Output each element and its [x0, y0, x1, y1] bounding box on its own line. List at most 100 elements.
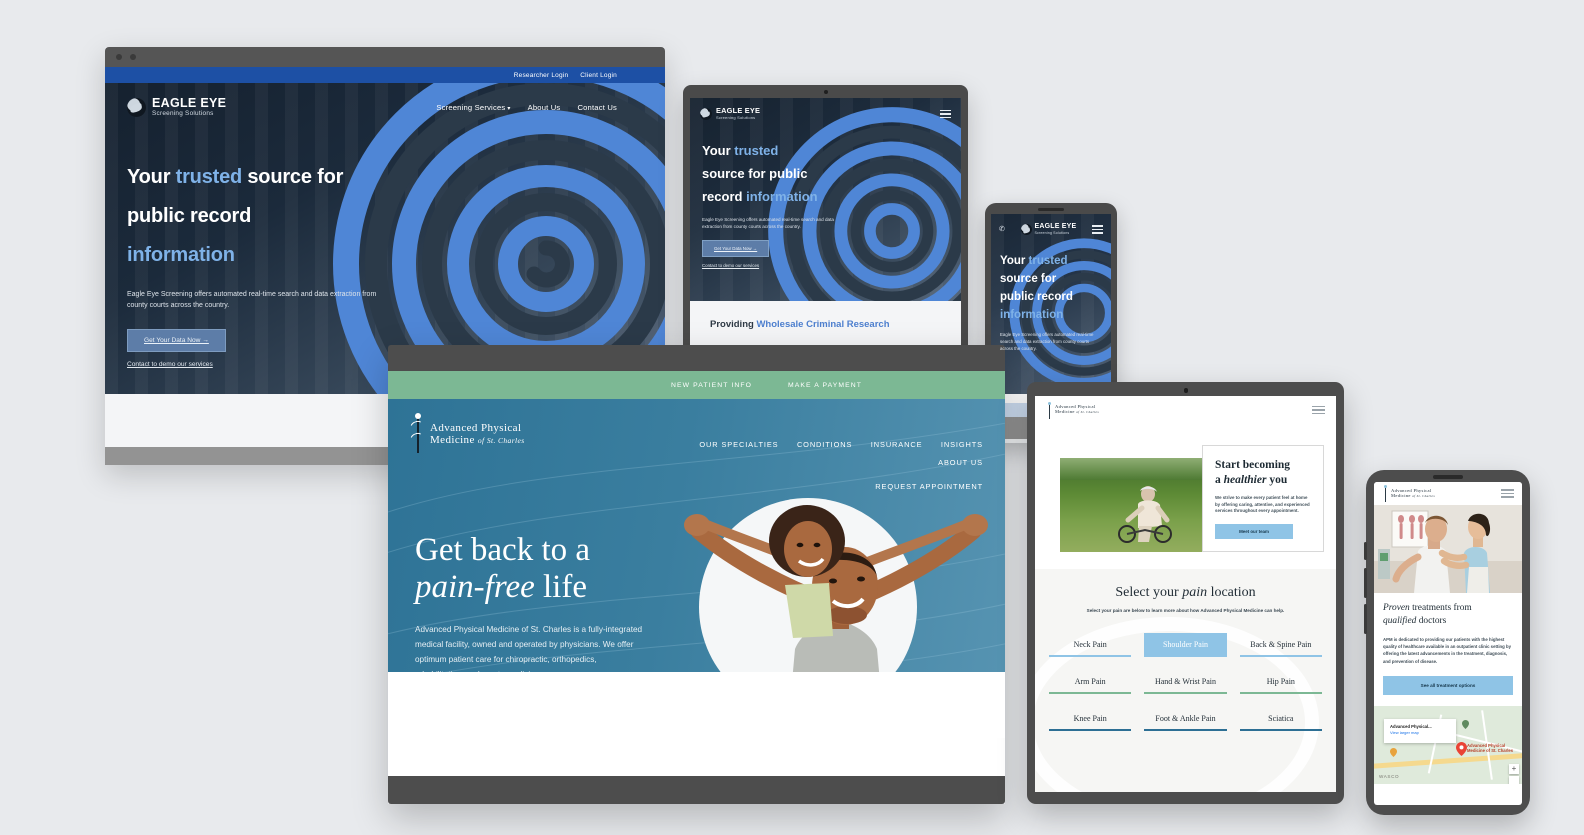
apm-tablet-intro-section: Start becoming a healthier you We strive… [1035, 424, 1336, 569]
map-pin-icon[interactable] [1456, 741, 1467, 756]
hero-headline: Get back to a pain-free life [415, 532, 678, 606]
body-text: APM is dedicated to providing our patien… [1383, 637, 1511, 664]
apm-content-strip [388, 672, 1005, 738]
nav-request-appointment[interactable]: REQUEST APPOINTMENT [875, 482, 983, 491]
pain-button-arm[interactable]: Arm Pain [1049, 670, 1132, 694]
view-larger-map-link[interactable]: View larger map [1390, 730, 1450, 736]
new-patient-info-link[interactable]: NEW PATIENT INFO [671, 382, 752, 389]
brand-name: EAGLE EYE [152, 96, 227, 110]
nav-about-us[interactable]: ABOUT US [938, 458, 983, 467]
client-login-link[interactable]: Client Login [580, 72, 617, 79]
headline-emphasis: pain-free [415, 569, 535, 605]
pain-button-back-spine[interactable]: Back & Spine Pain [1239, 633, 1322, 657]
apm-tablet-navbar: Advanced Physical Medicine of St. Charle… [1035, 396, 1336, 424]
eagle-eye-phone-copy: Your trusted source for public record in… [991, 236, 1101, 352]
map-poi-icon [1462, 719, 1469, 729]
chevron-down-icon: ▾ [507, 106, 511, 112]
meet-our-team-button[interactable]: Meet our team [1215, 523, 1293, 539]
section-heading: Providing Wholesale Criminal Research [710, 319, 961, 330]
nav-screening-services[interactable]: Screening Services ▾ [436, 103, 510, 112]
apm-navbar: Advanced Physical Medicine of St. Charle… [388, 399, 1005, 494]
browser-bottom-bar [388, 776, 1005, 804]
apm-desktop-screen: NEW PATIENT INFO MAKE A PAYMENT Advanced… [388, 371, 1005, 776]
eagle-eye-logo[interactable]: EAGLE EYE Screening Solutions [127, 97, 226, 118]
title-line1: Proven treatments from [1383, 602, 1513, 615]
street-view-icon[interactable] [1509, 775, 1519, 784]
hamburger-menu-icon[interactable] [1092, 225, 1103, 234]
senior-cyclist-photo [1060, 458, 1210, 552]
get-your-data-button[interactable]: Get Your Data Now → [702, 240, 770, 257]
caduceus-icon [1046, 401, 1052, 419]
eagle-eye-navbar: EAGLE EYE Screening Solutions Screening … [105, 83, 665, 118]
apm-phone-mockup: Advanced Physical Medicine of St. Charle… [1364, 470, 1530, 815]
brand-name: EAGLE EYE [1034, 223, 1077, 230]
window-dot-icon [116, 54, 122, 60]
phone-button-icon [1364, 604, 1367, 634]
pain-button-hand-wrist[interactable]: Hand & Wrist Pain [1144, 670, 1227, 694]
pain-button-neck[interactable]: Neck Pain [1049, 633, 1132, 657]
nav-insights[interactable]: INSIGHTS [941, 440, 983, 449]
card-title: Start becoming a healthier you [1215, 458, 1311, 488]
headline-part: Your [702, 143, 735, 158]
demo-services-link[interactable]: Contact to demo our services [702, 263, 870, 268]
browser-chrome-bar [105, 47, 665, 67]
apm-main-menu: OUR SPECIALTIES CONDITIONS INSURANCE INS… [653, 413, 983, 494]
apm-tablet-pain-section: Select your pain location Select your pa… [1035, 569, 1336, 792]
hamburger-menu-icon[interactable] [940, 109, 951, 119]
apm-logo[interactable]: Advanced Physical Medicine of St. Charle… [1382, 485, 1435, 502]
see-all-treatment-options-button[interactable]: See all treatment options [1383, 675, 1513, 695]
location-map[interactable]: fb Trucking Advanced Physical... View la… [1374, 705, 1522, 784]
headline-line3: information [127, 244, 235, 266]
brand-line2-main: Medicine [1055, 409, 1075, 415]
researcher-login-link[interactable]: Researcher Login [514, 72, 569, 79]
headline-line3: public record [1000, 290, 1073, 303]
card-title-line1: Start becoming [1215, 459, 1291, 471]
title-rest-2: doctors [1416, 616, 1447, 626]
apm-logo[interactable]: Advanced Physical Medicine of St. Charle… [1046, 401, 1099, 419]
make-a-payment-link[interactable]: MAKE A PAYMENT [788, 382, 862, 389]
eagle-eye-logo-icon [127, 98, 146, 117]
title-rest: treatments from [1409, 603, 1472, 613]
phone-icon[interactable]: ✆ [999, 225, 1005, 233]
nav-contact-us[interactable]: Contact Us [577, 103, 617, 112]
pain-location-grid: Neck Pain Shoulder Pain Back & Spine Pai… [1035, 633, 1336, 731]
mockup-collage: Researcher Login Client Login EAGLE EYE … [0, 0, 1584, 835]
eagle-eye-logo[interactable]: EAGLE EYE Screening Solutions [1020, 223, 1077, 236]
nav-our-specialties[interactable]: OUR SPECIALTIES [699, 440, 778, 449]
brand-line1: Advanced Physical [430, 421, 522, 434]
nav-about-us[interactable]: About Us [528, 103, 561, 112]
eagle-eye-tablet-mockup: EAGLE EYE Screening Solutions Your trust… [683, 85, 968, 350]
demo-services-link[interactable]: Contact to demo our services [127, 361, 405, 368]
hamburger-menu-icon[interactable] [1501, 489, 1514, 498]
phone-speaker-icon [1038, 208, 1064, 211]
get-your-data-button[interactable]: Get Your Data Now → [127, 329, 226, 352]
pain-button-hip[interactable]: Hip Pain [1239, 670, 1322, 694]
eagle-eye-logo-icon [1020, 223, 1032, 235]
hamburger-menu-icon[interactable] [1312, 405, 1325, 415]
eagle-eye-logo[interactable]: EAGLE EYE Screening Solutions [700, 107, 760, 121]
nav-insurance[interactable]: INSURANCE [871, 440, 923, 449]
brand-line2: Medicine of St. Charles [1055, 409, 1099, 416]
brand-line2-main: Medicine [430, 433, 475, 446]
apm-menu-row1: OUR SPECIALTIES CONDITIONS INSURANCE INS… [653, 434, 983, 470]
map-zoom-in-button[interactable]: + [1509, 763, 1519, 774]
headline-highlight: trusted [1028, 254, 1068, 267]
pain-button-sciatica[interactable]: Sciatica [1239, 707, 1322, 731]
pain-button-shoulder[interactable]: Shoulder Pain [1144, 633, 1227, 657]
apm-logo[interactable]: Advanced Physical Medicine of St. Charle… [408, 413, 525, 455]
pain-button-knee[interactable]: Knee Pain [1049, 707, 1132, 731]
nav-conditions[interactable]: CONDITIONS [797, 440, 852, 449]
apm-tablet-mockup: Advanced Physical Medicine of St. Charle… [1027, 382, 1344, 804]
apm-hero: Advanced Physical Medicine of St. Charle… [388, 399, 1005, 738]
headline-highlight: trusted [734, 143, 779, 158]
pain-button-foot-ankle[interactable]: Foot & Ankle Pain [1144, 707, 1227, 731]
map-info-card[interactable]: Advanced Physical... View larger map [1384, 718, 1456, 743]
card-title-pre: a [1215, 474, 1224, 486]
apm-desktop-mockup: NEW PATIENT INFO MAKE A PAYMENT Advanced… [388, 345, 1005, 804]
heading-post: location [1207, 585, 1256, 600]
physical-therapy-session-photo [1374, 505, 1522, 593]
card-body-text: We strive to make every patient feel at … [1215, 495, 1310, 514]
map-poi-icon [1390, 747, 1397, 757]
section-title: Proven treatments from qualified doctors [1383, 602, 1513, 628]
title-emphasis-2: qualified [1383, 616, 1417, 626]
